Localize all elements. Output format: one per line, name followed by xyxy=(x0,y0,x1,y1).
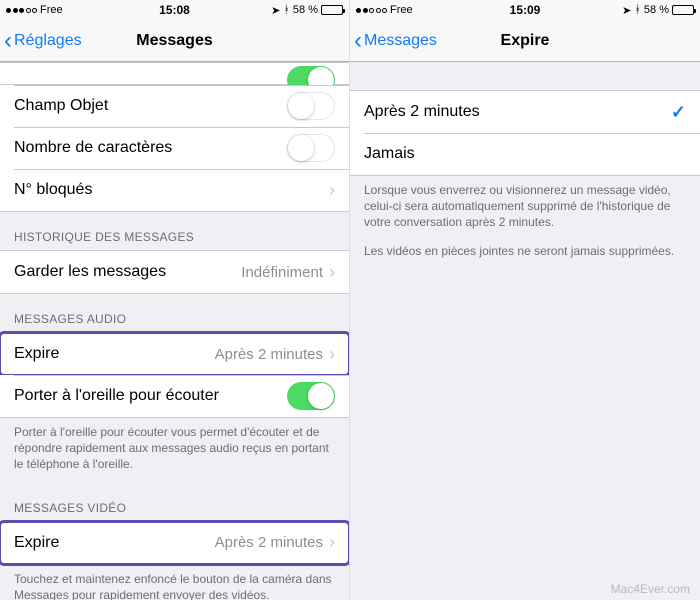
status-bar: Free 15:08 ➤ ᚼ 58 % xyxy=(0,0,349,20)
location-icon: ➤ xyxy=(271,4,280,17)
watermark: Mac4Ever.com xyxy=(611,582,690,596)
expire-footer-1: Lorsque vous enverrez ou visionnerez un … xyxy=(350,176,700,241)
cell-label: Expire xyxy=(14,534,215,552)
phone-left: Free 15:08 ➤ ᚼ 58 % ‹ Réglages Messages xyxy=(0,0,350,600)
checkmark-icon: ✓ xyxy=(671,102,686,123)
cell-garder-messages[interactable]: Garder les messages Indéfiniment › xyxy=(0,251,349,293)
battery-percent: 58 % xyxy=(644,4,669,16)
back-button[interactable]: ‹ Réglages xyxy=(0,29,82,53)
bluetooth-icon: ᚼ xyxy=(283,4,290,16)
nav-title: Messages xyxy=(136,32,213,50)
option-label: Jamais xyxy=(364,145,686,163)
signal-dots-icon xyxy=(6,8,37,13)
carrier-label: Free xyxy=(390,4,413,16)
option-label: Après 2 minutes xyxy=(364,103,671,121)
group-footer-audio: Porter à l'oreille pour écouter vous per… xyxy=(0,418,349,483)
cell-champ-objet[interactable]: Champ Objet xyxy=(0,85,349,127)
toggle-porter-oreille[interactable] xyxy=(287,382,335,410)
partial-row xyxy=(0,63,349,85)
status-time: 15:08 xyxy=(159,3,190,17)
settings-list[interactable]: Après 2 minutes ✓ Jamais Lorsque vous en… xyxy=(350,62,700,600)
cell-n-bloques[interactable]: N° bloqués › xyxy=(0,169,349,211)
expire-footer-2: Les vidéos en pièces jointes ne seront j… xyxy=(350,241,700,269)
settings-list[interactable]: Champ Objet Nombre de caractères N° bloq… xyxy=(0,62,349,600)
cell-nb-caracteres[interactable]: Nombre de caractères xyxy=(0,127,349,169)
phone-right: Free 15:09 ➤ ᚼ 58 % ‹ Messages Expire Ap… xyxy=(350,0,700,600)
location-icon: ➤ xyxy=(622,4,631,17)
chevron-right-icon: › xyxy=(329,344,335,365)
cell-value: Après 2 minutes xyxy=(215,346,323,363)
nav-bar: ‹ Messages Expire xyxy=(350,20,700,62)
chevron-right-icon: › xyxy=(329,532,335,553)
chevron-right-icon: › xyxy=(329,180,335,201)
nav-title: Expire xyxy=(501,32,550,50)
cell-label: Champ Objet xyxy=(14,97,287,115)
nav-bar: ‹ Réglages Messages xyxy=(0,20,349,62)
cell-value: Après 2 minutes xyxy=(215,534,323,551)
carrier-label: Free xyxy=(40,4,63,16)
bluetooth-icon: ᚼ xyxy=(634,4,641,16)
battery-icon xyxy=(321,5,343,15)
chevron-left-icon: ‹ xyxy=(354,29,362,53)
chevron-right-icon: › xyxy=(329,262,335,283)
cell-value: Indéfiniment xyxy=(241,264,323,281)
cell-label: Nombre de caractères xyxy=(14,139,287,157)
group-header-video: MESSAGES VIDÉO xyxy=(0,483,349,521)
option-never[interactable]: Jamais xyxy=(350,133,700,175)
group-header-history: HISTORIQUE DES MESSAGES xyxy=(0,212,349,250)
battery-icon xyxy=(672,5,694,15)
battery-percent: 58 % xyxy=(293,4,318,16)
cell-label: N° bloqués xyxy=(14,181,329,199)
back-label: Réglages xyxy=(14,32,82,50)
cell-video-expire[interactable]: Expire Après 2 minutes › xyxy=(0,522,349,564)
group-header-audio: MESSAGES AUDIO xyxy=(0,294,349,332)
status-time: 15:09 xyxy=(510,3,541,17)
group-footer-video: Touchez et maintenez enfoncé le bouton d… xyxy=(0,565,349,600)
toggle-champ-objet[interactable] xyxy=(287,92,335,120)
option-after-2-minutes[interactable]: Après 2 minutes ✓ xyxy=(350,91,700,133)
toggle-nb-caracteres[interactable] xyxy=(287,134,335,162)
signal-dots-icon xyxy=(356,8,387,13)
cell-label: Porter à l'oreille pour écouter xyxy=(14,387,287,405)
cell-label: Expire xyxy=(14,345,215,363)
toggle-icon xyxy=(287,62,335,88)
back-label: Messages xyxy=(364,32,437,50)
back-button[interactable]: ‹ Messages xyxy=(350,29,437,53)
cell-label: Garder les messages xyxy=(14,263,241,281)
chevron-left-icon: ‹ xyxy=(4,29,12,53)
status-bar: Free 15:09 ➤ ᚼ 58 % xyxy=(350,0,700,20)
cell-audio-expire[interactable]: Expire Après 2 minutes › xyxy=(0,333,349,375)
cell-porter-oreille[interactable]: Porter à l'oreille pour écouter xyxy=(0,375,349,417)
